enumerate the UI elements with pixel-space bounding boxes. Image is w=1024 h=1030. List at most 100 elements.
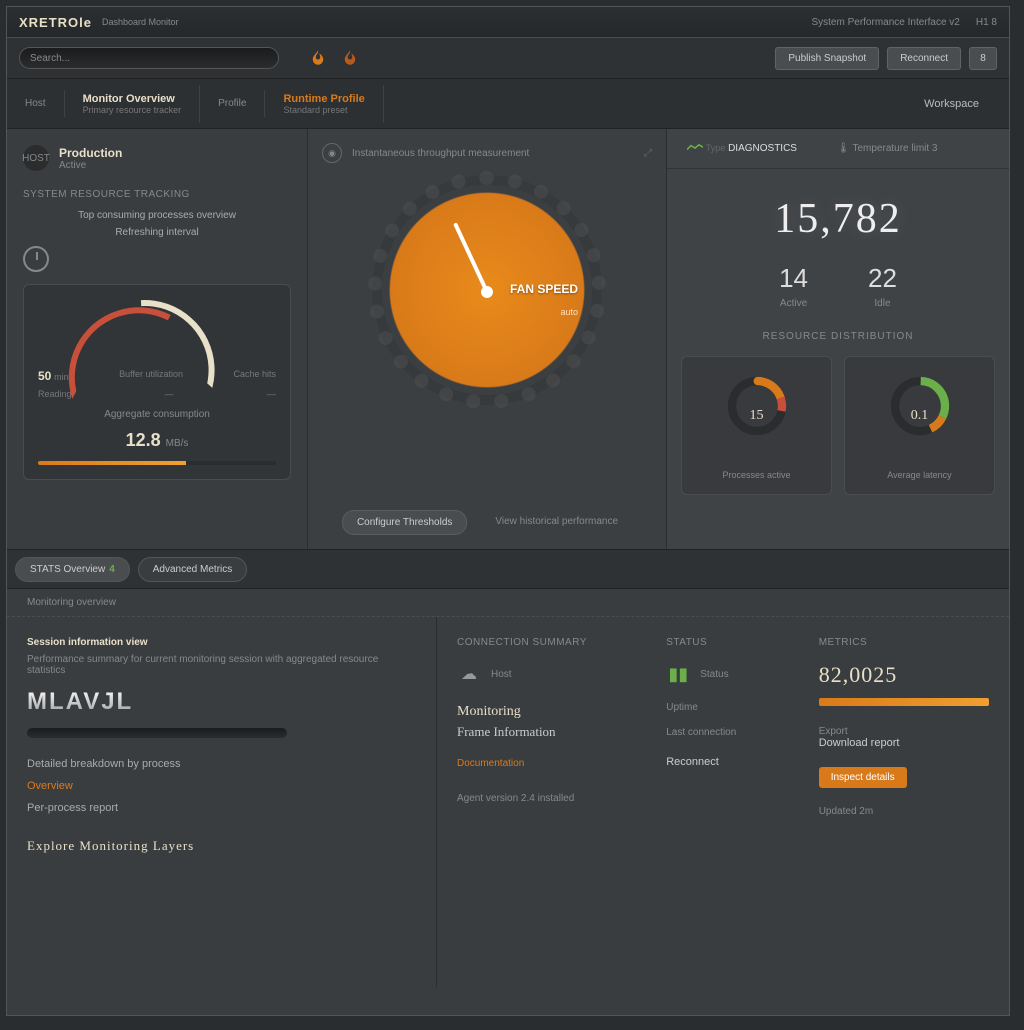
bm-doc-link[interactable]: Documentation [457, 758, 646, 769]
bottom-r1: Status ▮▮ Status Uptime Last connection … [666, 637, 798, 967]
br1-btn[interactable]: Reconnect [666, 756, 719, 768]
left-heading: System resource tracking [23, 189, 291, 200]
link-overview[interactable]: Overview [27, 780, 416, 792]
center-heading: Instantaneous throughput measurement [352, 148, 529, 159]
breadcrumb: Monitoring overview [7, 589, 1009, 617]
br2-bar [819, 698, 989, 706]
hb-sub-2: Standard preset [283, 105, 364, 115]
clock-icon [23, 246, 49, 272]
br1-ic-lbl: Status [700, 669, 728, 680]
toolbar-count-button[interactable]: 8 [969, 47, 997, 70]
bl-heading: Session information view [27, 637, 416, 648]
hb-label-2: Profile [218, 98, 246, 109]
hb-title-1: Monitor Overview [83, 93, 182, 105]
tab-badge: 4 [109, 564, 115, 575]
bottom-panels: Session information view Performance sum… [7, 617, 1009, 987]
tab-stats[interactable]: STATS Overview4 [15, 557, 130, 582]
header-code: H1 8 [976, 17, 997, 28]
g-d1: min [54, 372, 69, 382]
stat-active: 14Active [779, 263, 808, 309]
bm-sec-title: Monitoring [457, 704, 646, 720]
stat-idle: 22Idle [868, 263, 897, 309]
main-panels: HOST Production Active System resource t… [7, 129, 1009, 549]
fan-dial[interactable]: FAN SPEED auto [382, 185, 592, 395]
spark-icon [687, 143, 703, 153]
bm-foot: Agent version 2.4 installed [457, 793, 646, 804]
link-breakdown[interactable]: Detailed breakdown by process [27, 758, 416, 770]
g-d2: Reading [38, 389, 72, 399]
br2-l1-lbl: Export [819, 726, 989, 737]
br2-big: 82,0025 [819, 662, 989, 688]
header-band: Host Monitor Overview Primary resource t… [7, 79, 1009, 129]
dial-label: FAN SPEED [510, 282, 578, 296]
br1-l2: Last connection [666, 727, 798, 738]
bl-footer-title: Explore Monitoring Layers [27, 838, 416, 854]
bottom-mid: Connection Summary ☁ Host Monitoring Fra… [457, 637, 646, 967]
toolbar: Search... Publish Snapshot Reconnect 8 [7, 37, 1009, 79]
header-link[interactable]: System Performance Interface v2 [811, 17, 959, 28]
bl-desc: Performance summary for current monitori… [27, 654, 416, 676]
left-line-2: Refreshing interval [23, 227, 291, 238]
left-panel: HOST Production Active System resource t… [7, 129, 307, 549]
status-ok-icon: ▮▮ [666, 662, 690, 686]
g-n3: Cache hits [233, 369, 276, 383]
dial-sublabel: auto [560, 307, 578, 317]
br1-head: Status [666, 637, 798, 648]
bm-head: Connection Summary [457, 637, 646, 648]
configure-button[interactable]: Configure Thresholds [342, 510, 467, 535]
thermometer-icon: 🌡 [837, 143, 850, 154]
host-title: Production [59, 146, 122, 160]
right-tabs: Type DIAGNOSTICS 🌡 Temperature limit 3 [667, 129, 1009, 169]
hb-sub-1: Primary resource tracker [83, 105, 182, 115]
inspect-button[interactable]: Inspect details [819, 767, 907, 788]
donut-latency: 0.1 Average latency [844, 356, 995, 495]
hb-right: Workspace [924, 98, 1009, 110]
donut-chart-2 [885, 371, 955, 441]
br2-foot: Updated 2m [819, 806, 989, 817]
flame-icon-2[interactable] [341, 49, 359, 67]
bottom-left: Session information view Performance sum… [7, 617, 437, 987]
bottom-r2: Metrics 82,0025 Export Download report I… [819, 637, 989, 967]
publish-button[interactable]: Publish Snapshot [775, 47, 879, 70]
right-panel: Type DIAGNOSTICS 🌡 Temperature limit 3 1… [667, 129, 1009, 549]
lower-tabs: STATS Overview4 Advanced Metrics [7, 549, 1009, 589]
host-sub: Active [59, 160, 122, 171]
br2-head: Metrics [819, 637, 989, 648]
reconnect-button[interactable]: Reconnect [887, 47, 961, 70]
right-section-head: Resource Distribution [667, 331, 1009, 342]
app-subtitle: Dashboard Monitor [102, 17, 179, 27]
gauge-progress [38, 461, 276, 465]
gauge-mid-label: Aggregate consumption [38, 409, 276, 420]
big-metric: 15,782 [667, 195, 1009, 243]
tab-advanced[interactable]: Advanced Metrics [138, 557, 247, 582]
host-badge-icon: HOST [23, 145, 49, 171]
search-placeholder: Search... [30, 53, 70, 64]
donut-chart-1 [722, 371, 792, 441]
cloud-icon: ☁ [457, 662, 481, 686]
hb-title-2: Runtime Profile [283, 93, 364, 105]
history-link[interactable]: View historical performance [481, 510, 632, 535]
tab-diagnostics[interactable]: Type DIAGNOSTICS [687, 143, 797, 154]
gauge-card: 50 min Buffer utilization Cache hits Rea… [23, 284, 291, 480]
search-input[interactable]: Search... [19, 47, 279, 69]
titlebar: XRETROle Dashboard Monitor System Perfor… [7, 7, 1009, 37]
g-n1: 50 [38, 369, 51, 383]
bm-sec-sub: Frame Information [457, 724, 646, 740]
flame-icon[interactable] [309, 49, 327, 67]
product-logo: MLAVJL [27, 688, 416, 716]
bm-ic1-lbl: Host [491, 669, 512, 680]
app-window: XRETROle Dashboard Monitor System Perfor… [6, 6, 1010, 1016]
center-panel: ◉ Instantaneous throughput measurement ⤢… [307, 129, 667, 549]
eye-icon: ◉ [322, 143, 342, 163]
range-slider[interactable] [27, 728, 287, 738]
tab-temperature[interactable]: 🌡 Temperature limit 3 [837, 143, 938, 154]
left-line-1: Top consuming processes overview [23, 210, 291, 221]
br2-l1-val[interactable]: Download report [819, 737, 989, 749]
gauge-big-value: 12.8 MB/s [38, 430, 276, 451]
hb-label-1: Host [25, 98, 46, 109]
link-report[interactable]: Per-process report [27, 802, 416, 814]
expand-icon[interactable]: ⤢ [644, 148, 652, 159]
donut-processes: 15 Processes active [681, 356, 832, 495]
app-logo: XRETROle [19, 15, 92, 30]
br1-l1: Uptime [666, 702, 798, 713]
